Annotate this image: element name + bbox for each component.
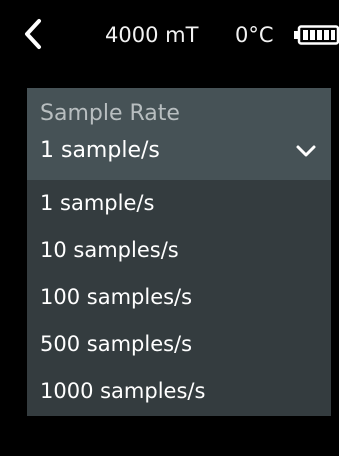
option-10-samples-per-s[interactable]: 10 samples/s	[27, 233, 331, 280]
sample-rate-select[interactable]: Sample Rate 1 sample/s	[27, 88, 331, 180]
sample-rate-label: Sample Rate	[40, 101, 180, 126]
battery-full-icon	[294, 25, 339, 45]
option-1000-samples-per-s[interactable]: 1000 samples/s	[27, 374, 331, 421]
option-500-samples-per-s[interactable]: 500 samples/s	[27, 327, 331, 374]
chevron-down-icon	[295, 144, 317, 158]
option-1-sample-per-s[interactable]: 1 sample/s	[27, 186, 331, 233]
option-100-samples-per-s[interactable]: 100 samples/s	[27, 280, 331, 327]
sample-rate-dropdown: Sample Rate 1 sample/s 1 sample/s 10 sam…	[27, 88, 331, 416]
magnetic-field-readout: 4000 mT	[105, 23, 199, 47]
back-button[interactable]	[20, 16, 50, 52]
chevron-left-icon	[25, 19, 41, 49]
status-bar: 4000 mT 0°C	[0, 0, 339, 72]
temperature-readout: 0°C	[235, 23, 274, 47]
sample-rate-options-list: 1 sample/s 10 samples/s 100 samples/s 50…	[27, 180, 331, 416]
sample-rate-selected-value: 1 sample/s	[40, 138, 160, 163]
